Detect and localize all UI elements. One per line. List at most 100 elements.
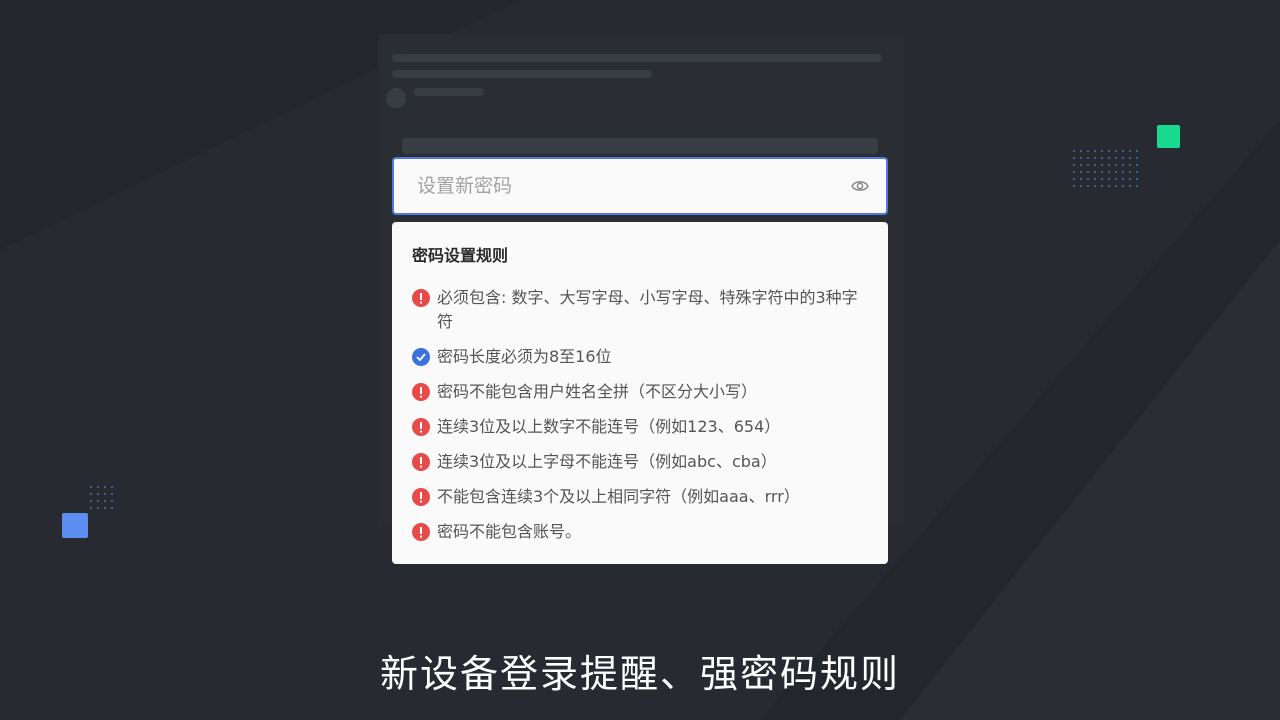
dot: [1122, 171, 1124, 173]
dot: [1080, 150, 1082, 152]
rule-text: 连续3位及以上字母不能连号（例如abc、cba）: [437, 452, 777, 471]
dot: [1122, 185, 1124, 187]
dot-grid-decoration: [1073, 150, 1143, 192]
dot: [1073, 157, 1075, 159]
dot: [1073, 171, 1075, 173]
rule-item: 必须包含: 数字、大写字母、小写字母、特殊字符中的3种字符: [412, 286, 868, 334]
dot: [1087, 178, 1089, 180]
dot: [1080, 157, 1082, 159]
dot: [1136, 185, 1138, 187]
dot: [1136, 171, 1138, 173]
rule-text: 必须包含: 数字、大写字母、小写字母、特殊字符中的3种字符: [437, 288, 858, 331]
dot: [1129, 150, 1131, 152]
dot: [1094, 157, 1096, 159]
dot: [1080, 178, 1082, 180]
new-password-input[interactable]: [415, 174, 850, 198]
dot: [97, 493, 99, 495]
dot: [1122, 150, 1124, 152]
rule-text: 不能包含连续3个及以上相同字符（例如aaa、rrr）: [437, 487, 800, 506]
dot: [1094, 178, 1096, 180]
exclamation-circle-icon: [412, 289, 430, 307]
dot: [1108, 157, 1110, 159]
dot: [1115, 171, 1117, 173]
dot: [1136, 157, 1138, 159]
dot: [1122, 164, 1124, 166]
dot: [1115, 164, 1117, 166]
dot: [1094, 150, 1096, 152]
dot: [90, 507, 92, 509]
dot: [104, 500, 106, 502]
rule-item: 密码长度必须为8至16位: [412, 345, 868, 369]
blue-square-decoration: [62, 513, 88, 538]
rule-text: 密码长度必须为8至16位: [437, 347, 612, 366]
blurred-line: [414, 88, 484, 96]
dot: [1101, 150, 1103, 152]
dot: [1115, 150, 1117, 152]
rule-item: 连续3位及以上数字不能连号（例如123、654）: [412, 415, 868, 439]
dot: [1115, 178, 1117, 180]
dot: [1122, 157, 1124, 159]
rule-text: 连续3位及以上数字不能连号（例如123、654）: [437, 417, 781, 436]
dot: [1094, 171, 1096, 173]
dot: [1101, 171, 1103, 173]
dot: [1115, 185, 1117, 187]
dot: [104, 507, 106, 509]
exclamation-circle-icon: [412, 383, 430, 401]
video-subtitle: 新设备登录提醒、强密码规则: [379, 652, 900, 696]
dot: [1129, 171, 1131, 173]
dot: [1108, 185, 1110, 187]
new-password-field[interactable]: [392, 157, 888, 215]
dot: [1080, 171, 1082, 173]
dot: [1101, 157, 1103, 159]
rule-text: 密码不能包含账号。: [437, 522, 582, 541]
dot: [1073, 150, 1075, 152]
dot: [1108, 150, 1110, 152]
dot: [111, 507, 113, 509]
dot: [1108, 164, 1110, 166]
dot: [1136, 150, 1138, 152]
rule-item: 不能包含连续3个及以上相同字符（例如aaa、rrr）: [412, 485, 868, 509]
exclamation-circle-icon: [412, 523, 430, 541]
rule-item: 密码不能包含账号。: [412, 520, 868, 544]
dot-grid-decoration: [90, 486, 118, 514]
rule-item: 密码不能包含用户姓名全拼（不区分大小写）: [412, 380, 868, 404]
password-rules-panel: 密码设置规则 必须包含: 数字、大写字母、小写字母、特殊字符中的3种字符密码长度…: [392, 222, 888, 564]
dot: [97, 500, 99, 502]
blurred-line: [392, 70, 652, 78]
dot: [1129, 185, 1131, 187]
check-circle-icon: [412, 348, 430, 366]
dot: [1073, 178, 1075, 180]
dot: [1073, 164, 1075, 166]
dot: [1087, 157, 1089, 159]
dot: [1080, 185, 1082, 187]
dot: [1101, 178, 1103, 180]
dot: [1115, 157, 1117, 159]
rules-list: 必须包含: 数字、大写字母、小写字母、特殊字符中的3种字符密码长度必须为8至16…: [412, 286, 868, 544]
blurred-line: [402, 138, 878, 154]
dot: [104, 486, 106, 488]
dot: [1129, 178, 1131, 180]
dot: [1101, 164, 1103, 166]
rule-item: 连续3位及以上字母不能连号（例如abc、cba）: [412, 450, 868, 474]
dot: [1108, 178, 1110, 180]
rules-title: 密码设置规则: [412, 246, 509, 265]
dot: [90, 493, 92, 495]
dot: [1136, 178, 1138, 180]
dot: [1087, 185, 1089, 187]
dot: [111, 500, 113, 502]
dot: [1101, 185, 1103, 187]
dot: [1087, 164, 1089, 166]
dot: [1136, 164, 1138, 166]
dot: [1087, 150, 1089, 152]
dot: [111, 486, 113, 488]
dot: [1094, 185, 1096, 187]
dot: [1087, 171, 1089, 173]
rule-text: 密码不能包含用户姓名全拼（不区分大小写）: [437, 382, 758, 401]
dot: [1129, 164, 1131, 166]
dot: [104, 493, 106, 495]
dot: [97, 507, 99, 509]
green-square-decoration: [1157, 125, 1180, 148]
dot: [1073, 185, 1075, 187]
eye-icon[interactable]: [850, 176, 870, 196]
dot: [90, 500, 92, 502]
